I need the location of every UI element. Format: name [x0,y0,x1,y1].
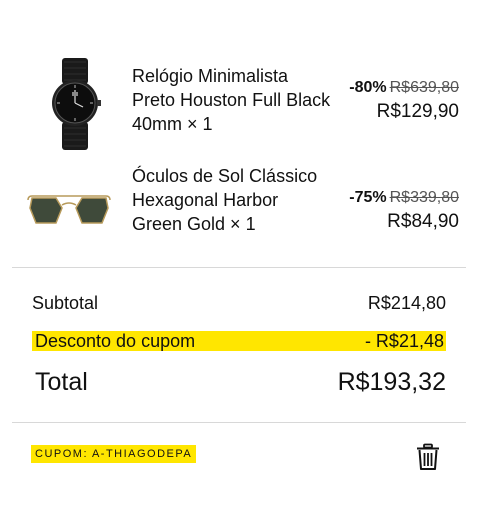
cart-item: Relógio Minimalista Preto Houston Full B… [0,50,495,160]
sale-price: R$129,90 [376,101,459,122]
product-name[interactable]: Óculos de Sol Clássico Hexagonal Harbor … [132,164,332,236]
sunglasses-thumbnail [26,190,112,230]
total-label: Total [35,367,88,396]
coupon-discount-value: - R$21,48 [364,330,444,351]
watch-icon [52,58,101,150]
product-name[interactable]: Relógio Minimalista Preto Houston Full B… [132,64,332,136]
price-block: -80% R$639,80 R$129,90 [349,78,459,124]
total-row: Total R$193,32 [32,367,446,397]
cart-item: Óculos de Sol Clássico Hexagonal Harbor … [0,160,495,265]
watch-thumbnail [36,54,116,154]
coupon-discount-row: Desconto do cupom - R$21,48 [32,331,446,351]
coupon-code-badge: CUPOM: A-THIAGODEPA [31,445,197,463]
total-value: R$193,32 [337,367,446,396]
price-block: -75% R$339,80 R$84,90 [349,188,459,234]
trash-icon[interactable] [415,443,441,471]
original-price: R$639,80 [389,79,459,96]
divider [12,267,466,268]
original-price: R$339,80 [389,189,459,206]
subtotal-label: Subtotal [32,292,99,313]
sale-price: R$84,90 [387,211,459,232]
subtotal-value: R$214,80 [367,292,446,313]
subtotal-row: Subtotal R$214,80 [32,292,446,314]
discount-badge: -75% [349,189,387,206]
divider [12,422,466,423]
discount-badge: -80% [349,79,387,96]
coupon-discount-label: Desconto do cupom [35,330,196,351]
sunglasses-icon [27,195,111,224]
